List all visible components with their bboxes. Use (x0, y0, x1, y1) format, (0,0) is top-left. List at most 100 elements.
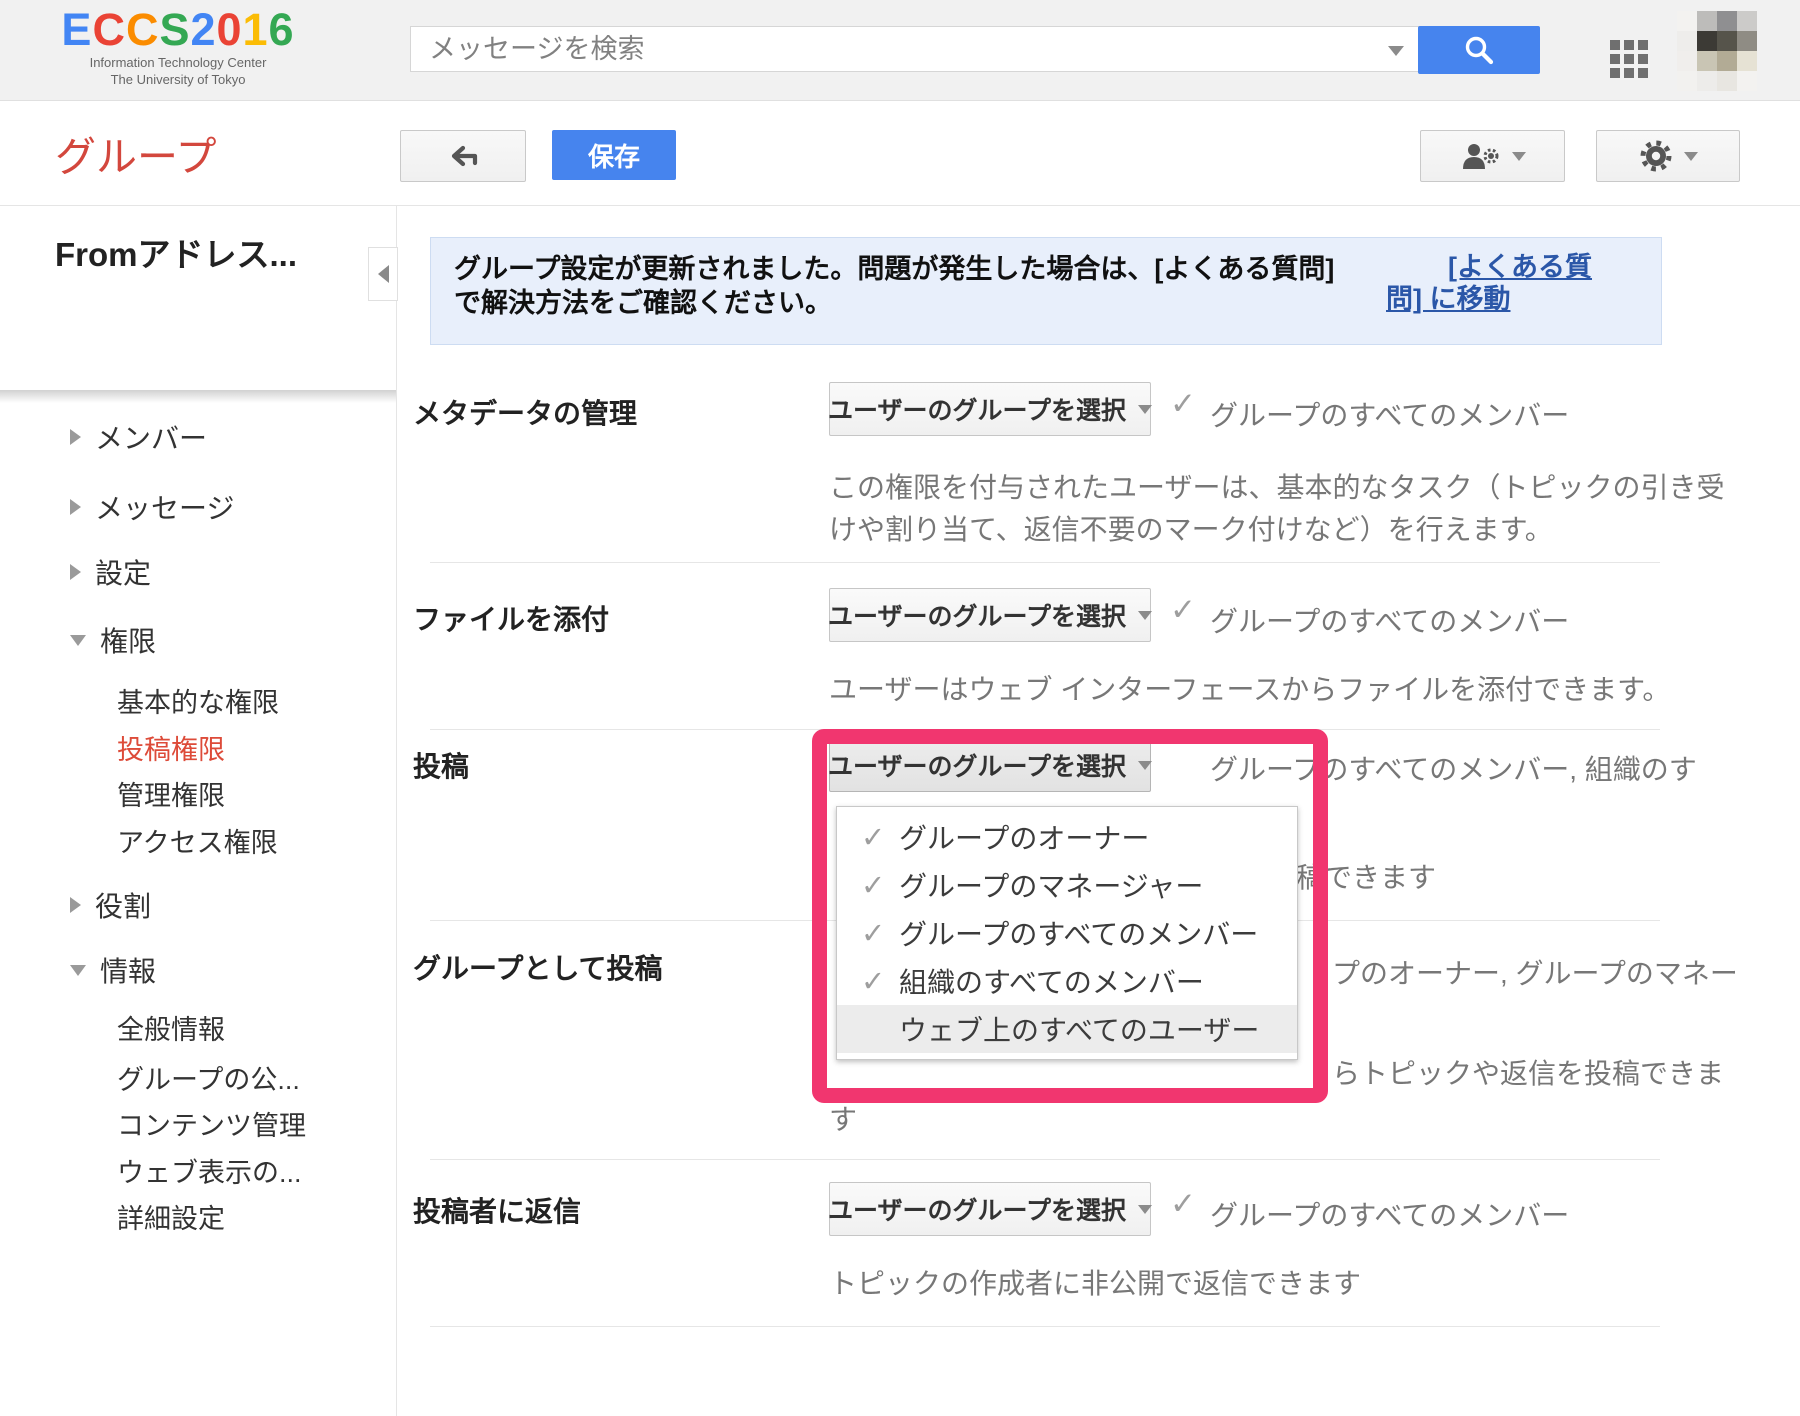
search-options-chevron-icon[interactable] (1388, 46, 1404, 56)
eccs2016-logo[interactable]: ECCS2016 Information Technology Center T… (58, 6, 298, 88)
menu-item-label: グループのオーナー (899, 817, 1149, 857)
check-icon: ✓ (1170, 386, 1196, 422)
dropdown-selected-label: ユーザーのグループを選択 (828, 1191, 1126, 1227)
metadata-desc-line1: この権限を付与されたユーザーは、基本的なタスク（トピックの引き受 (829, 466, 1724, 506)
collapse-left-icon (378, 265, 389, 283)
sidebar-item-7[interactable]: アクセス権限 (117, 823, 278, 857)
menu-item-4[interactable]: ウェブ上のすべてのユーザー (837, 1005, 1297, 1053)
sidebar-item-8[interactable]: 役割 (70, 888, 151, 922)
avatar-pixel (1677, 51, 1697, 71)
sidebar-item-label: 権限 (100, 620, 156, 660)
metadata-permission-dropdown[interactable]: ユーザーのグループを選択 (829, 382, 1151, 436)
chevron-down-icon (70, 965, 86, 976)
save-button[interactable]: 保存 (552, 130, 676, 180)
sidebar-item-label: 管理権限 (117, 774, 225, 813)
sidebar-item-6[interactable]: 管理権限 (117, 776, 225, 810)
sidebar-item-label: 設定 (95, 552, 151, 592)
avatar[interactable] (1677, 11, 1757, 91)
search-button[interactable] (1418, 26, 1540, 74)
menu-item-0[interactable]: ✓グループのオーナー (837, 813, 1297, 861)
faq-link-line2[interactable]: 問] に移動 (1386, 277, 1511, 316)
sidebar-item-label: 役割 (95, 885, 151, 925)
check-icon: ✓ (861, 868, 899, 902)
reply-permission-value: グループのすべてのメンバー (1210, 1194, 1569, 1234)
row-label-manage-metadata: メタデータの管理 (413, 392, 637, 432)
sidebar-item-label: メッセージ (95, 487, 234, 527)
avatar-pixel (1677, 11, 1697, 31)
sidebar-item-9[interactable]: 情報 (70, 953, 156, 987)
back-button[interactable] (400, 130, 526, 182)
menu-item-2[interactable]: ✓グループのすべてのメンバー (837, 909, 1297, 957)
logo-letter: 0 (216, 4, 242, 55)
logo-letter: C (126, 4, 160, 55)
avatar-pixel (1677, 31, 1697, 51)
sidebar-item-12[interactable]: コンテンツ管理 (117, 1106, 306, 1140)
attach-permission-dropdown[interactable]: ユーザーのグループを選択 (829, 588, 1151, 642)
avatar-pixel (1677, 71, 1697, 91)
back-arrow-icon (443, 141, 483, 171)
chevron-down-icon (1138, 761, 1152, 770)
sidebar-item-4[interactable]: 基本的な権限 (117, 683, 279, 717)
logo-subtitle-2: The University of Tokyo (58, 71, 298, 88)
sidebar-item-1[interactable]: メッセージ (70, 490, 234, 524)
sidebar-item-label: グループの公... (117, 1058, 300, 1097)
post-permission-menu: ✓グループのオーナー✓グループのマネージャー✓グループのすべてのメンバー✓組織の… (836, 806, 1298, 1060)
attach-permission-value: グループのすべてのメンバー (1210, 600, 1569, 640)
avatar-pixel (1717, 31, 1737, 51)
app-toolbar: グループ 保存 (0, 101, 1800, 206)
chevron-down-icon (1138, 611, 1152, 620)
sidebar-item-11[interactable]: グループの公... (117, 1060, 300, 1094)
avatar-pixel (1737, 11, 1757, 31)
post-permission-dropdown[interactable]: ユーザーのグループを選択 (829, 738, 1151, 792)
chevron-down-icon (1138, 405, 1152, 414)
sidebar-item-0[interactable]: メンバー (70, 420, 207, 454)
person-gear-icon (1460, 140, 1502, 172)
menu-item-label: ウェブ上のすべてのユーザー (899, 1009, 1259, 1049)
check-icon: ✓ (861, 916, 899, 950)
sidebar-item-label: メンバー (95, 417, 207, 457)
sidebar-item-label: 全般情報 (117, 1008, 225, 1047)
members-actions-button[interactable] (1420, 130, 1565, 182)
notification-text-line2: で解決方法をご確認ください。 (454, 281, 832, 320)
post-as-group-value-fragment: プのオーナー, グループのマネー (1332, 952, 1738, 992)
check-icon: ✓ (861, 964, 899, 998)
avatar-pixel (1717, 51, 1737, 71)
menu-item-label: グループのすべてのメンバー (899, 913, 1258, 953)
sidebar-item-5[interactable]: 投稿権限 (117, 730, 225, 764)
row-divider (430, 562, 1660, 563)
chevron-right-icon (70, 499, 81, 515)
row-divider (430, 1159, 1660, 1160)
reply-permission-dropdown[interactable]: ユーザーのグループを選択 (829, 1182, 1151, 1236)
post-desc-fragment: 稿できます (1296, 856, 1436, 896)
row-label-attach-files: ファイルを添付 (413, 598, 609, 638)
logo-letter: E (61, 4, 92, 55)
sidebar-item-3[interactable]: 権限 (70, 623, 156, 657)
chevron-right-icon (70, 564, 81, 580)
sidebar-item-14[interactable]: 詳細設定 (117, 1199, 225, 1233)
logo-letter: 2 (190, 4, 216, 55)
settings-button[interactable] (1596, 130, 1740, 182)
page-title: グループ (55, 123, 217, 183)
menu-item-3[interactable]: ✓組織のすべてのメンバー (837, 957, 1297, 1005)
apps-grid-icon[interactable] (1610, 40, 1648, 78)
sidebar-item-13[interactable]: ウェブ表示の... (117, 1153, 302, 1187)
logo-letter: 1 (243, 4, 269, 55)
row-divider (430, 729, 1660, 730)
sidebar-item-2[interactable]: 設定 (70, 555, 151, 589)
menu-item-label: グループのマネージャー (899, 865, 1203, 905)
menu-item-label: 組織のすべてのメンバー (899, 961, 1204, 1001)
menu-item-1[interactable]: ✓グループのマネージャー (837, 861, 1297, 909)
metadata-permission-value: グループのすべてのメンバー (1210, 394, 1569, 434)
logo-letter: 6 (269, 4, 295, 55)
search-input[interactable] (410, 26, 1422, 72)
row-label-post-as-group: グループとして投稿 (413, 947, 662, 987)
avatar-pixel (1717, 71, 1737, 91)
check-icon: ✓ (1170, 1186, 1196, 1222)
sidebar-item-label: 情報 (100, 950, 156, 990)
post-as-group-desc-fragment2: す (829, 1098, 857, 1138)
sidebar-item-10[interactable]: 全般情報 (117, 1010, 225, 1044)
sidebar-collapse-button[interactable] (368, 247, 398, 301)
logo-subtitle-1: Information Technology Center (58, 54, 298, 71)
avatar-pixel (1717, 11, 1737, 31)
row-label-post: 投稿 (413, 745, 469, 785)
